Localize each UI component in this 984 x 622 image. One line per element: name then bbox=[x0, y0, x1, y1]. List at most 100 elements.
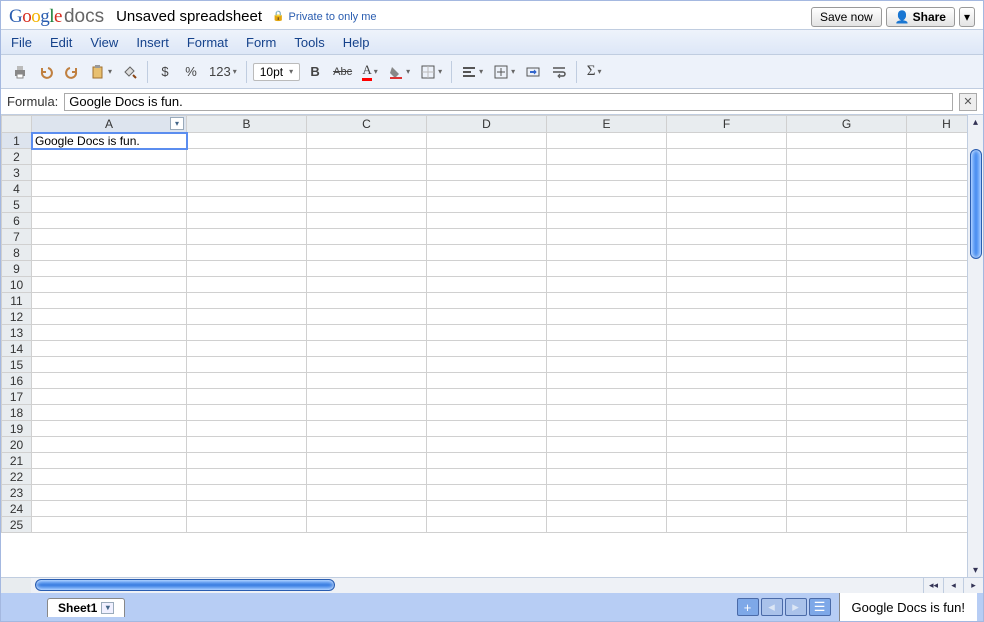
cell-C6[interactable] bbox=[307, 213, 427, 229]
cell-E13[interactable] bbox=[547, 325, 667, 341]
wrap-text-button[interactable] bbox=[548, 60, 570, 84]
cell-H11[interactable] bbox=[907, 293, 968, 309]
cell-G1[interactable] bbox=[787, 133, 907, 149]
cell-G9[interactable] bbox=[787, 261, 907, 277]
cell-G14[interactable] bbox=[787, 341, 907, 357]
paint-format-button[interactable] bbox=[119, 60, 141, 84]
cell-G7[interactable] bbox=[787, 229, 907, 245]
cell-A15[interactable] bbox=[32, 357, 187, 373]
cell-B3[interactable] bbox=[187, 165, 307, 181]
cell-D1[interactable] bbox=[427, 133, 547, 149]
cell-F19[interactable] bbox=[667, 421, 787, 437]
cell-H16[interactable] bbox=[907, 373, 968, 389]
row-header-18[interactable]: 18 bbox=[2, 405, 32, 421]
cell-G13[interactable] bbox=[787, 325, 907, 341]
row-header-15[interactable]: 15 bbox=[2, 357, 32, 373]
merge-button[interactable] bbox=[522, 60, 544, 84]
cell-H20[interactable] bbox=[907, 437, 968, 453]
scroll-right-button[interactable]: ▸ bbox=[963, 578, 983, 593]
cell-C19[interactable] bbox=[307, 421, 427, 437]
cell-H22[interactable] bbox=[907, 469, 968, 485]
cell-H19[interactable] bbox=[907, 421, 968, 437]
cell-B10[interactable] bbox=[187, 277, 307, 293]
cell-D14[interactable] bbox=[427, 341, 547, 357]
cell-F25[interactable] bbox=[667, 517, 787, 533]
cell-F18[interactable] bbox=[667, 405, 787, 421]
cell-A20[interactable] bbox=[32, 437, 187, 453]
cell-G22[interactable] bbox=[787, 469, 907, 485]
cell-D8[interactable] bbox=[427, 245, 547, 261]
cell-H14[interactable] bbox=[907, 341, 968, 357]
cell-E10[interactable] bbox=[547, 277, 667, 293]
cell-E4[interactable] bbox=[547, 181, 667, 197]
cell-G6[interactable] bbox=[787, 213, 907, 229]
cell-F14[interactable] bbox=[667, 341, 787, 357]
cell-A2[interactable] bbox=[32, 149, 187, 165]
column-header-A[interactable]: A▾ bbox=[32, 116, 187, 133]
cell-D4[interactable] bbox=[427, 181, 547, 197]
sheet-tab-dropdown[interactable]: ▾ bbox=[101, 602, 114, 614]
cell-H5[interactable] bbox=[907, 197, 968, 213]
cell-E12[interactable] bbox=[547, 309, 667, 325]
cell-B20[interactable] bbox=[187, 437, 307, 453]
row-header-16[interactable]: 16 bbox=[2, 373, 32, 389]
cell-B17[interactable] bbox=[187, 389, 307, 405]
cell-G20[interactable] bbox=[787, 437, 907, 453]
cell-C25[interactable] bbox=[307, 517, 427, 533]
column-header-B[interactable]: B bbox=[187, 116, 307, 133]
cell-C17[interactable] bbox=[307, 389, 427, 405]
menu-form[interactable]: Form bbox=[246, 35, 276, 50]
row-header-11[interactable]: 11 bbox=[2, 293, 32, 309]
cell-F13[interactable] bbox=[667, 325, 787, 341]
cell-B11[interactable] bbox=[187, 293, 307, 309]
cell-D25[interactable] bbox=[427, 517, 547, 533]
menu-view[interactable]: View bbox=[90, 35, 118, 50]
cell-F23[interactable] bbox=[667, 485, 787, 501]
row-header-6[interactable]: 6 bbox=[2, 213, 32, 229]
cell-D11[interactable] bbox=[427, 293, 547, 309]
cell-H6[interactable] bbox=[907, 213, 968, 229]
cell-A21[interactable] bbox=[32, 453, 187, 469]
cell-E15[interactable] bbox=[547, 357, 667, 373]
cell-E22[interactable] bbox=[547, 469, 667, 485]
column-header-C[interactable]: C bbox=[307, 116, 427, 133]
vscroll-thumb[interactable] bbox=[970, 149, 982, 259]
cell-B13[interactable] bbox=[187, 325, 307, 341]
insert-button[interactable]: ▾ bbox=[490, 60, 518, 84]
cell-F24[interactable] bbox=[667, 501, 787, 517]
format-currency-button[interactable]: $ bbox=[154, 60, 176, 84]
bold-button[interactable]: B bbox=[304, 60, 326, 84]
cell-F1[interactable] bbox=[667, 133, 787, 149]
cell-H9[interactable] bbox=[907, 261, 968, 277]
vscroll-track[interactable] bbox=[969, 129, 983, 563]
cell-A9[interactable] bbox=[32, 261, 187, 277]
menu-help[interactable]: Help bbox=[343, 35, 370, 50]
cell-H10[interactable] bbox=[907, 277, 968, 293]
cell-C16[interactable] bbox=[307, 373, 427, 389]
cell-B2[interactable] bbox=[187, 149, 307, 165]
cell-H25[interactable] bbox=[907, 517, 968, 533]
row-header-25[interactable]: 25 bbox=[2, 517, 32, 533]
cell-A23[interactable] bbox=[32, 485, 187, 501]
row-header-21[interactable]: 21 bbox=[2, 453, 32, 469]
cell-E7[interactable] bbox=[547, 229, 667, 245]
cell-H8[interactable] bbox=[907, 245, 968, 261]
row-header-9[interactable]: 9 bbox=[2, 261, 32, 277]
cell-B21[interactable] bbox=[187, 453, 307, 469]
cell-A8[interactable] bbox=[32, 245, 187, 261]
cell-D16[interactable] bbox=[427, 373, 547, 389]
cell-E25[interactable] bbox=[547, 517, 667, 533]
cell-B12[interactable] bbox=[187, 309, 307, 325]
cell-H7[interactable] bbox=[907, 229, 968, 245]
column-header-F[interactable]: F bbox=[667, 116, 787, 133]
cell-E16[interactable] bbox=[547, 373, 667, 389]
column-header-G[interactable]: G bbox=[787, 116, 907, 133]
cell-F2[interactable] bbox=[667, 149, 787, 165]
hscroll-thumb[interactable] bbox=[35, 579, 335, 591]
cell-G21[interactable] bbox=[787, 453, 907, 469]
cell-C2[interactable] bbox=[307, 149, 427, 165]
undo-button[interactable] bbox=[35, 60, 57, 84]
cell-A17[interactable] bbox=[32, 389, 187, 405]
strikethrough-button[interactable]: Abc bbox=[330, 60, 355, 84]
cell-G3[interactable] bbox=[787, 165, 907, 181]
